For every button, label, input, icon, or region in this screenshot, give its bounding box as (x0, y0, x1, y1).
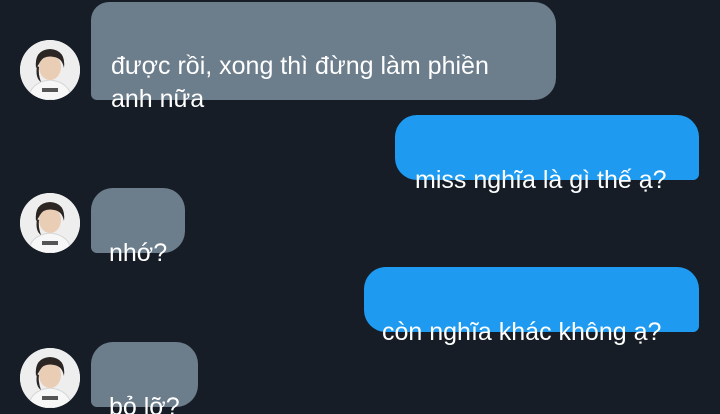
avatar-photo-icon (20, 40, 80, 100)
message-bubble-incoming[interactable]: nhớ? (91, 188, 185, 267)
contact-avatar[interactable] (20, 193, 80, 253)
avatar-photo-icon (20, 193, 80, 253)
message-text: còn nghĩa khác không ạ? (382, 318, 662, 346)
message-text: bỏ lỡ? (109, 393, 180, 414)
contact-avatar[interactable] (20, 40, 80, 100)
message-bubble-outgoing[interactable]: còn nghĩa khác không ạ? (364, 267, 699, 346)
message-text: nhớ? (109, 239, 168, 267)
message-text: miss nghĩa là gì thế ạ? (415, 166, 667, 194)
message-text: được rồi, xong thì đừng làm phiền anh nữ… (111, 52, 489, 113)
chat-thread: được rồi, xong thì đừng làm phiền anh nữ… (0, 0, 720, 414)
contact-avatar[interactable] (20, 348, 80, 408)
avatar-photo-icon (20, 348, 80, 408)
message-bubble-outgoing[interactable]: miss nghĩa là gì thế ạ? (395, 115, 699, 194)
message-bubble-incoming[interactable]: được rồi, xong thì đừng làm phiền anh nữ… (91, 2, 556, 113)
message-bubble-incoming[interactable]: bỏ lỡ? (91, 342, 198, 414)
